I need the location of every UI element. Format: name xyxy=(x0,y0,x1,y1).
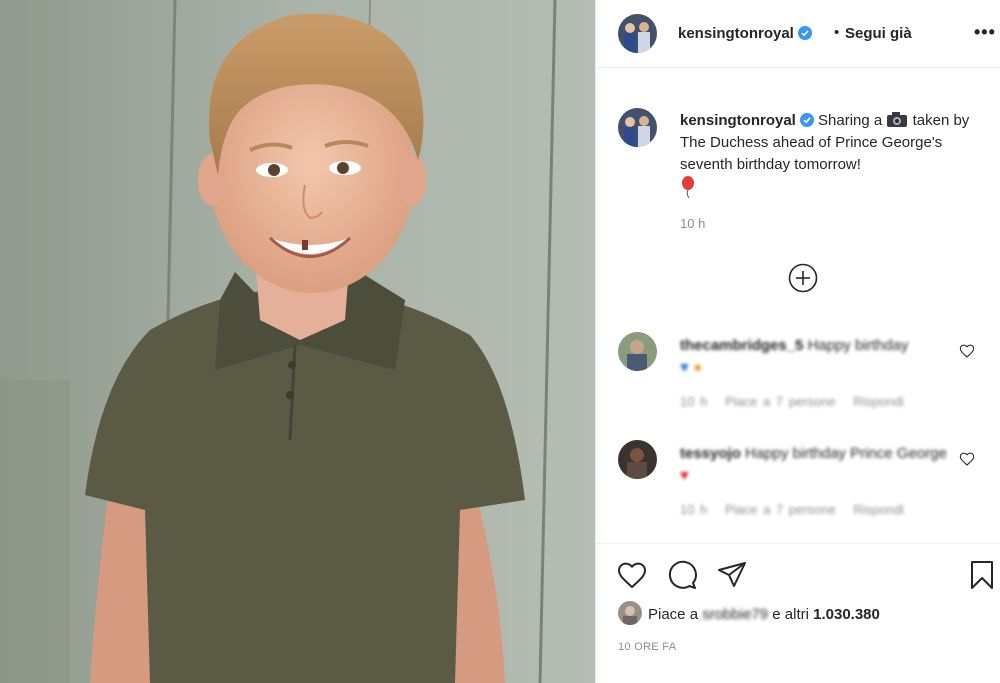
reply-button[interactable]: Rispondi xyxy=(853,502,904,517)
comment-time[interactable]: 10 h xyxy=(680,502,707,517)
verified-badge-icon xyxy=(799,113,814,127)
liker-username[interactable]: srobbie79 xyxy=(702,606,768,623)
likes-prefix: Piace a xyxy=(648,606,699,623)
comment-likes[interactable]: Piace a 7 persone xyxy=(725,502,836,517)
comment-text: tessyojo Happy birthday Prince George ♥ xyxy=(680,443,955,487)
comment-username[interactable]: tessyojo xyxy=(680,445,741,462)
caption-username[interactable]: kensingtonroyal xyxy=(680,112,796,129)
post-photo-image xyxy=(0,0,595,683)
likes-count[interactable]: 1.030.380 xyxy=(813,606,880,623)
author-username[interactable]: kensingtonroyal xyxy=(678,25,812,42)
comment-icon[interactable] xyxy=(666,559,698,591)
author-username-text[interactable]: kensingtonroyal xyxy=(678,25,794,42)
caption-text: kensingtonroyal Sharing a taken by The D… xyxy=(680,110,980,199)
commenter-avatar[interactable] xyxy=(618,332,657,371)
red-heart-emoji-icon: ♥ xyxy=(680,467,689,484)
verified-badge-icon xyxy=(797,26,812,40)
post-actions: Piace a srobbie79 e altri 1.030.380 10 O… xyxy=(596,543,1000,683)
balloon-emoji-icon xyxy=(682,176,694,198)
bookmark-icon[interactable] xyxy=(966,559,998,591)
camera-emoji-icon xyxy=(887,112,908,127)
heart-eyes-emoji-icon: ● xyxy=(693,359,703,376)
plus-circle-icon[interactable] xyxy=(788,263,818,293)
caption-author-avatar[interactable] xyxy=(618,108,657,147)
comment-time[interactable]: 10 h xyxy=(680,394,707,409)
heart-icon[interactable] xyxy=(959,343,975,359)
author-avatar[interactable] xyxy=(618,14,657,53)
comment-meta: 10 h Piace a 7 persone Rispondi xyxy=(680,502,916,517)
post-photo[interactable] xyxy=(0,0,595,683)
header-separator: • xyxy=(834,24,840,41)
caption-text-start: Sharing a xyxy=(818,112,883,129)
more-options-icon[interactable]: ••• xyxy=(974,22,996,43)
comment-body: Happy birthday Prince George xyxy=(745,445,947,462)
post-date[interactable]: 10 ORE FA xyxy=(618,641,676,653)
share-icon[interactable] xyxy=(716,559,748,591)
comment-text: thecambridges_5 Happy birthday ♥ ● xyxy=(680,335,955,379)
post-header: kensingtonroyal • Segui già ••• xyxy=(596,0,1000,68)
commenter-avatar[interactable] xyxy=(618,440,657,479)
comment-body: Happy birthday xyxy=(807,337,909,354)
comment-meta: 10 h Piace a 7 persone Rispondi xyxy=(680,394,916,409)
reply-button[interactable]: Rispondi xyxy=(853,394,904,409)
likes-summary: Piace a srobbie79 e altri 1.030.380 xyxy=(618,601,880,625)
liker-avatar[interactable] xyxy=(618,601,642,625)
comment-likes[interactable]: Piace a 7 persone xyxy=(725,394,836,409)
post-side-panel: kensingtonroyal • Segui già ••• kensingt… xyxy=(595,0,1000,683)
blue-heart-emoji-icon: ♥ xyxy=(680,359,689,376)
caption-timestamp[interactable]: 10 h xyxy=(680,216,705,231)
likes-conjunction: e altri xyxy=(772,606,809,623)
heart-icon[interactable] xyxy=(616,559,648,591)
following-button[interactable]: Segui già xyxy=(845,25,912,42)
heart-icon[interactable] xyxy=(959,451,975,467)
comment-username[interactable]: thecambridges_5 xyxy=(680,337,803,354)
